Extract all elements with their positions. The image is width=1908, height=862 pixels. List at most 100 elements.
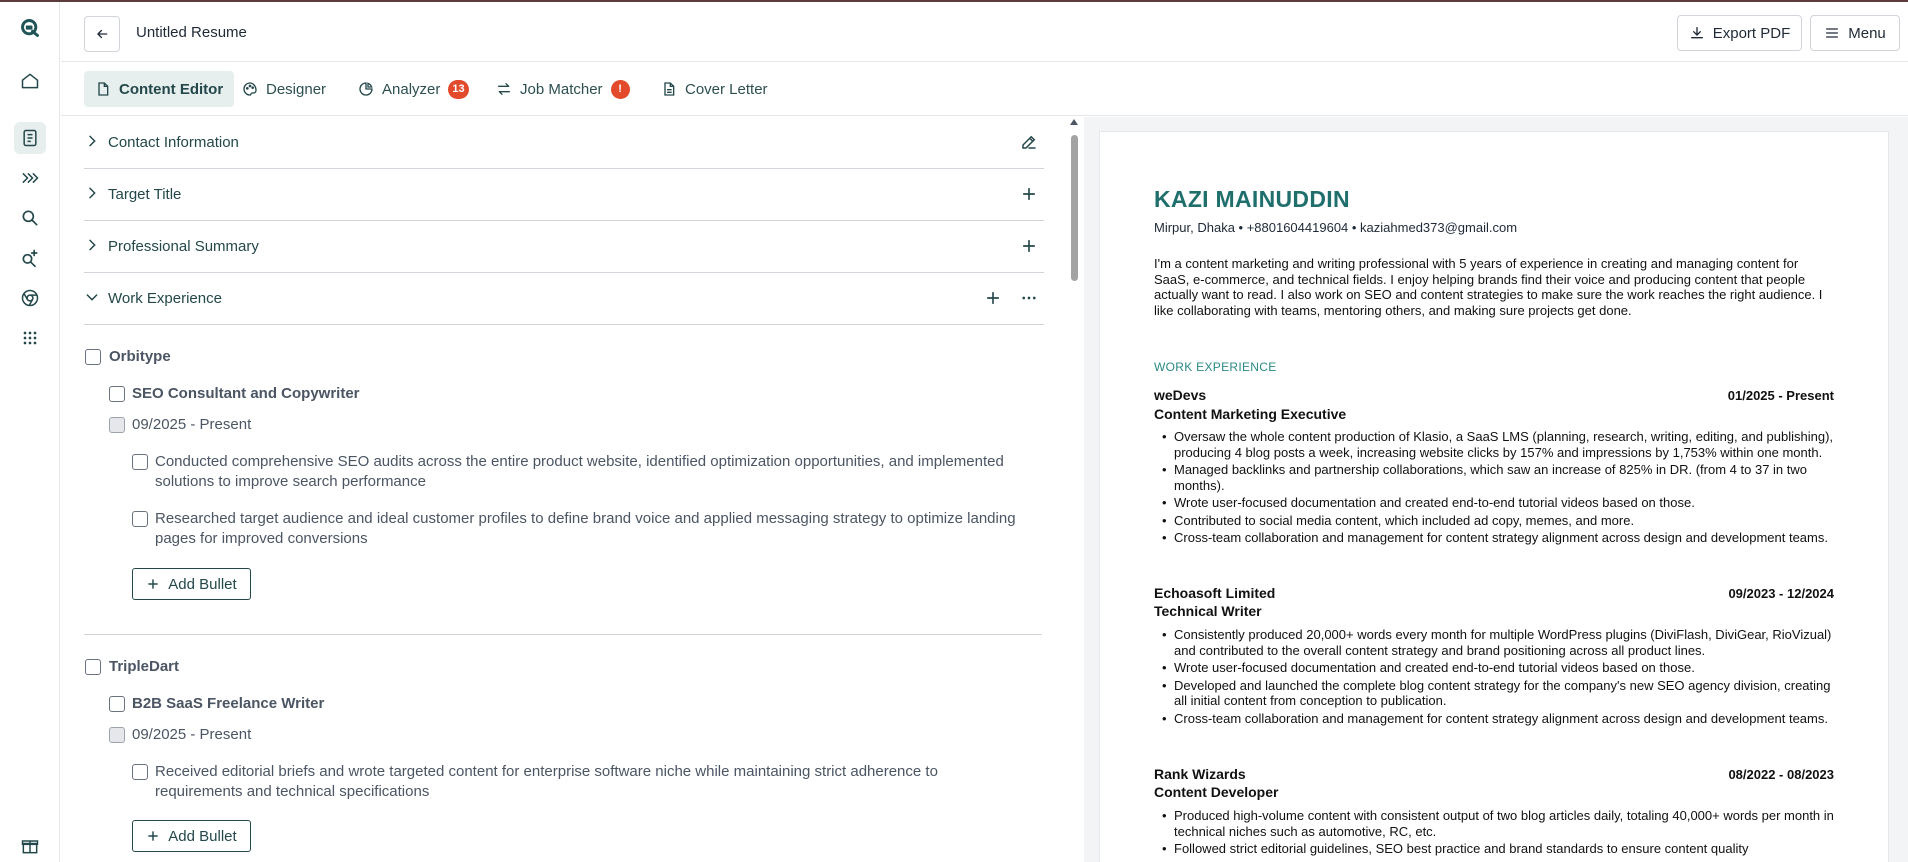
add-bullet-label: Add Bullet — [168, 827, 237, 845]
chevron-right-icon — [89, 135, 96, 147]
resume-bullet: Wrote user-focused documentation and cre… — [1154, 660, 1839, 676]
bullet-checkbox[interactable] — [132, 511, 148, 527]
bullet-text[interactable]: Received editorial briefs and wrote targ… — [155, 762, 1025, 802]
job-matcher-alert-badge: ! — [610, 79, 630, 99]
role-title[interactable]: SEO Consultant and Copywriter — [132, 385, 360, 402]
resume-contact-line: Mirpur, Dhaka • +8801604419604 • kaziahm… — [1154, 220, 1518, 235]
top-header: Untitled Resume Export PDF Menu — [61, 2, 1908, 62]
search-icon[interactable] — [14, 202, 46, 234]
tab-designer[interactable]: Designer — [231, 71, 337, 107]
resume-bullet: Consistently produced 20,000+ words ever… — [1154, 627, 1839, 658]
section-contact-information[interactable]: Contact Information — [84, 117, 1044, 169]
tab-content-editor[interactable]: Content Editor — [84, 71, 235, 107]
resume-bullet: Cross-team collaboration and management … — [1154, 530, 1839, 546]
scroll-up-arrow-icon[interactable] — [1070, 119, 1078, 125]
plus-icon — [148, 831, 159, 841]
resume-name: KAZI MAINUDDIN — [1154, 186, 1350, 212]
resume-bullet: Managed backlinks and partnership collab… — [1154, 462, 1839, 493]
apps-grid-icon[interactable] — [14, 322, 46, 354]
section-label: Work Experience — [108, 290, 222, 307]
resume-icon[interactable] — [14, 122, 46, 154]
job-dates[interactable]: 09/2025 - Present — [132, 416, 251, 433]
section-work-experience[interactable]: Work Experience — [84, 273, 1044, 325]
resume-bullet-list: Oversaw the whole content production of … — [1154, 429, 1839, 548]
section-professional-summary[interactable]: Professional Summary — [84, 221, 1044, 273]
resume-summary: I'm a content marketing and writing prof… — [1154, 256, 1823, 318]
job-dates[interactable]: 09/2025 - Present — [132, 726, 251, 743]
resume-bullet: Followed strict editorial guidelines, SE… — [1154, 841, 1839, 857]
section-target-title[interactable]: Target Title — [84, 169, 1044, 221]
dates-checkbox — [109, 727, 125, 743]
document-title[interactable]: Untitled Resume — [136, 24, 247, 41]
bullet-checkbox[interactable] — [132, 764, 148, 780]
add-bullet-button[interactable]: Add Bullet — [132, 568, 251, 600]
resume-role: Content Developer — [1154, 784, 1279, 800]
resume-bullet: Oversaw the whole content production of … — [1154, 429, 1839, 460]
resume-bullet-list: Consistently produced 20,000+ words ever… — [1154, 627, 1839, 728]
content-editor-panel: Contact Information Target Title Profess… — [84, 117, 1044, 862]
plus-icon[interactable] — [984, 289, 1002, 307]
resume-bullet-list: Produced high-volume content with consis… — [1154, 808, 1839, 859]
arrow-left-icon — [97, 29, 108, 39]
menu-button[interactable]: Menu — [1810, 15, 1900, 51]
company-checkbox[interactable] — [85, 659, 101, 675]
editor-tabs: Content Editor Designer Analyzer 13 Job … — [61, 63, 1908, 116]
home-icon[interactable] — [14, 65, 46, 97]
role-checkbox[interactable] — [109, 386, 125, 402]
logo-icon[interactable] — [14, 12, 46, 44]
add-bullet-button[interactable]: Add Bullet — [132, 820, 251, 852]
resume-bullet: Cross-team collaboration and management … — [1154, 711, 1839, 727]
resume-company: weDevs — [1154, 387, 1207, 403]
company-name[interactable]: Orbitype — [109, 348, 171, 365]
back-button[interactable] — [84, 16, 120, 52]
resume-dates: 09/2023 - 12/2024 — [1728, 586, 1834, 601]
document-icon — [664, 82, 675, 96]
plus-icon[interactable] — [1020, 185, 1038, 203]
section-label: Professional Summary — [108, 238, 259, 255]
resume-bullet: Developed and launched the complete blog… — [1154, 678, 1839, 709]
resume-dates: 01/2025 - Present — [1727, 388, 1834, 403]
bullet-checkbox[interactable] — [132, 454, 148, 470]
resume-preview-panel: KAZI MAINUDDIN Mirpur, Dhaka • +88016044… — [1084, 117, 1908, 862]
chevron-down-icon — [86, 294, 98, 301]
resume-company: Rank Wizards — [1154, 766, 1246, 782]
ai-search-icon[interactable] — [14, 242, 46, 274]
tab-cover-letter[interactable]: Cover Letter — [650, 71, 779, 107]
plus-icon — [148, 579, 159, 589]
resume-bullet: Produced high-volume content with consis… — [1154, 808, 1839, 839]
tab-label: Content Editor — [119, 80, 224, 98]
resume-dates: 08/2022 - 08/2023 — [1728, 767, 1834, 782]
plus-icon[interactable] — [1020, 237, 1038, 255]
chevron-right-icon — [89, 239, 96, 251]
resume-bullet: Wrote user-focused documentation and cre… — [1154, 495, 1839, 511]
gift-icon[interactable] — [14, 830, 46, 862]
bullet-text[interactable]: Researched target audience and ideal cus… — [155, 509, 1025, 549]
tab-analyzer[interactable]: Analyzer 13 — [347, 71, 480, 107]
chrome-icon[interactable] — [14, 282, 46, 314]
role-title[interactable]: B2B SaaS Freelance Writer — [132, 695, 324, 712]
bullet-text[interactable]: Conducted comprehensive SEO audits acros… — [155, 452, 1025, 492]
role-checkbox[interactable] — [109, 696, 125, 712]
add-bullet-label: Add Bullet — [168, 575, 237, 593]
edit-icon[interactable] — [1020, 133, 1038, 151]
menu-label: Menu — [1848, 24, 1886, 42]
editor-scrollbar[interactable] — [1067, 117, 1081, 862]
section-label: Contact Information — [108, 134, 239, 151]
download-icon — [1690, 27, 1703, 39]
arrows-swap-icon — [498, 83, 510, 95]
resume-company: Echoasoft Limited — [1154, 585, 1276, 601]
chevrons-right-icon[interactable] — [14, 162, 46, 194]
company-checkbox[interactable] — [85, 349, 101, 365]
file-icon — [98, 82, 109, 96]
export-pdf-button[interactable]: Export PDF — [1677, 15, 1802, 51]
resume-bullet: Contributed to social media content, whi… — [1154, 513, 1839, 529]
tab-label: Cover Letter — [685, 80, 768, 98]
export-pdf-label: Export PDF — [1712, 24, 1791, 42]
chevron-right-icon — [89, 187, 96, 199]
scrollbar-thumb[interactable] — [1071, 135, 1078, 281]
company-name[interactable]: TripleDart — [109, 658, 179, 675]
tab-job-matcher[interactable]: Job Matcher ! — [485, 71, 641, 107]
more-horizontal-icon[interactable] — [1020, 289, 1038, 307]
pie-chart-icon — [359, 82, 373, 96]
hamburger-icon — [1826, 28, 1839, 38]
